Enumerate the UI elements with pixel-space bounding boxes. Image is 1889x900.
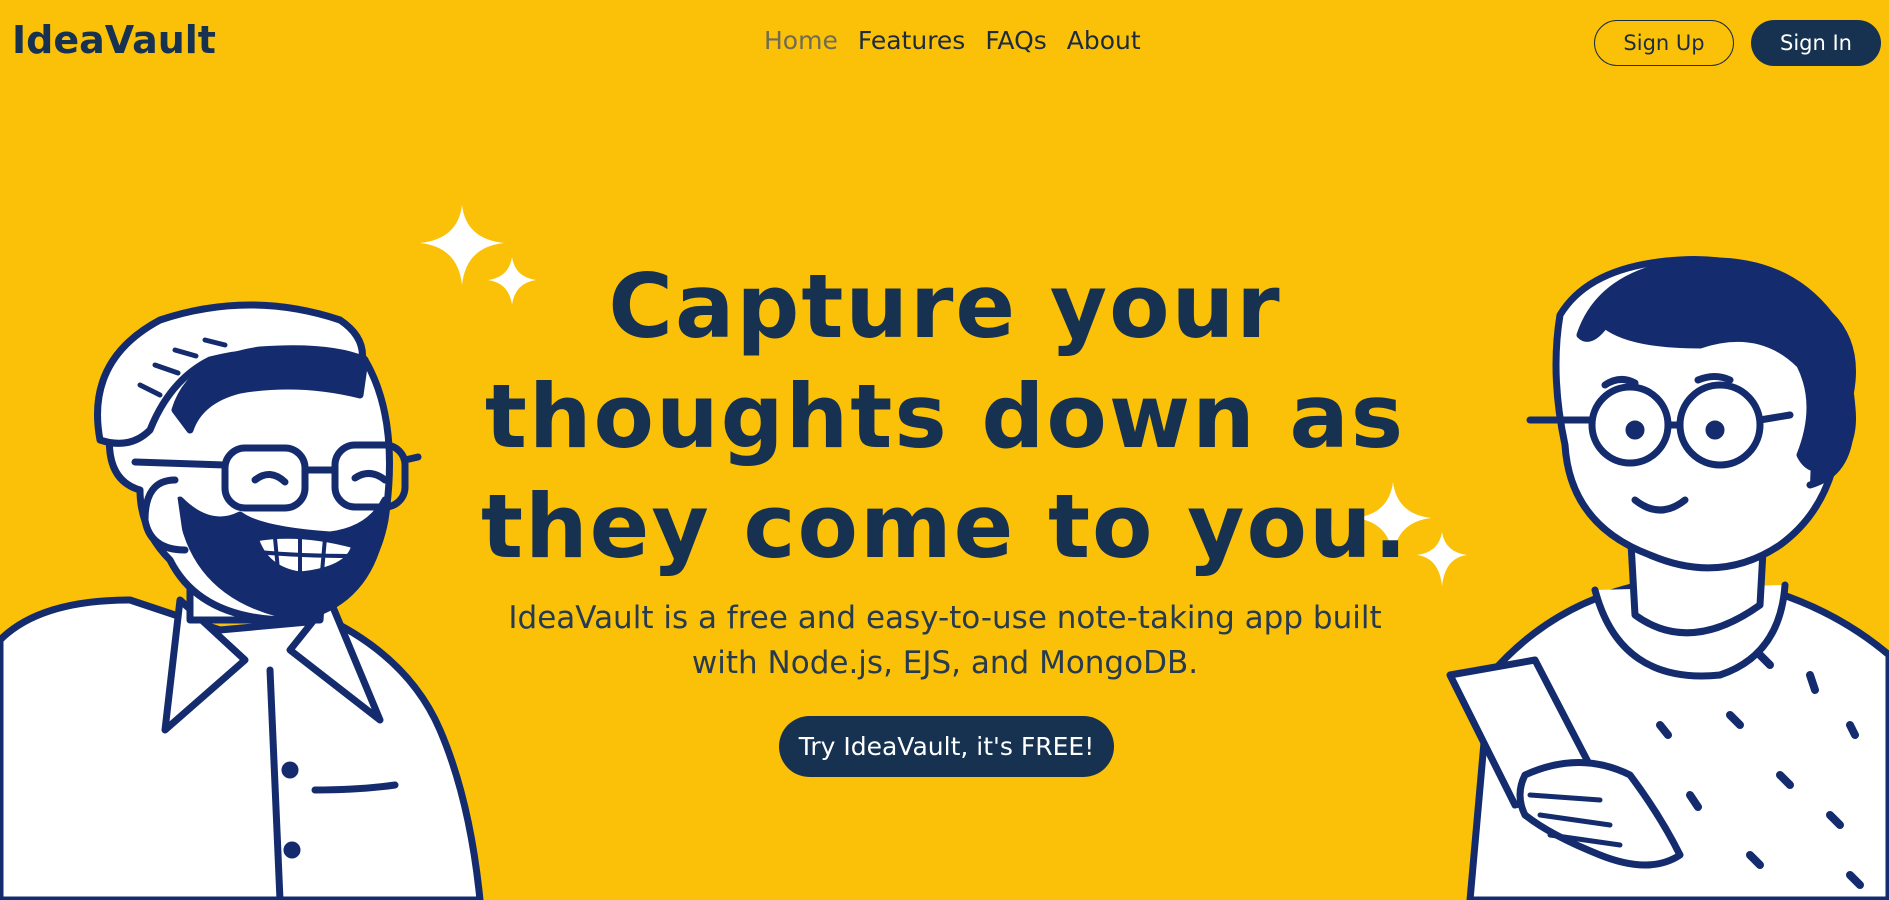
try-free-button[interactable]: Try IdeaVault, it's FREE! <box>779 716 1114 777</box>
bearded-man-illustration <box>0 301 484 900</box>
sign-up-button[interactable]: Sign Up <box>1594 20 1734 66</box>
brand-logo[interactable]: IdeaVault <box>12 18 216 62</box>
nav-about-link[interactable]: About <box>1067 26 1141 55</box>
woman-with-phone-illustration <box>1446 256 1889 900</box>
hero-subtitle: IdeaVault is a free and easy-to-use note… <box>500 596 1390 686</box>
headline-line: Capture your <box>608 255 1282 358</box>
nav-features-link[interactable]: Features <box>858 26 966 55</box>
subtitle-line: with Node.js, EJS, and MongoDB. <box>691 645 1199 681</box>
headline-line: they come to you. <box>480 475 1410 578</box>
sign-in-button[interactable]: Sign In <box>1751 20 1881 66</box>
subtitle-line: IdeaVault is a free and easy-to-use note… <box>508 600 1382 636</box>
nav-faqs-link[interactable]: FAQs <box>985 26 1046 55</box>
main-nav: Home Features FAQs About <box>764 26 1141 55</box>
headline-line: thoughts down as <box>484 365 1406 468</box>
hero-headline: Capture your thoughts down as they come … <box>460 252 1430 582</box>
nav-home-link[interactable]: Home <box>764 26 838 55</box>
